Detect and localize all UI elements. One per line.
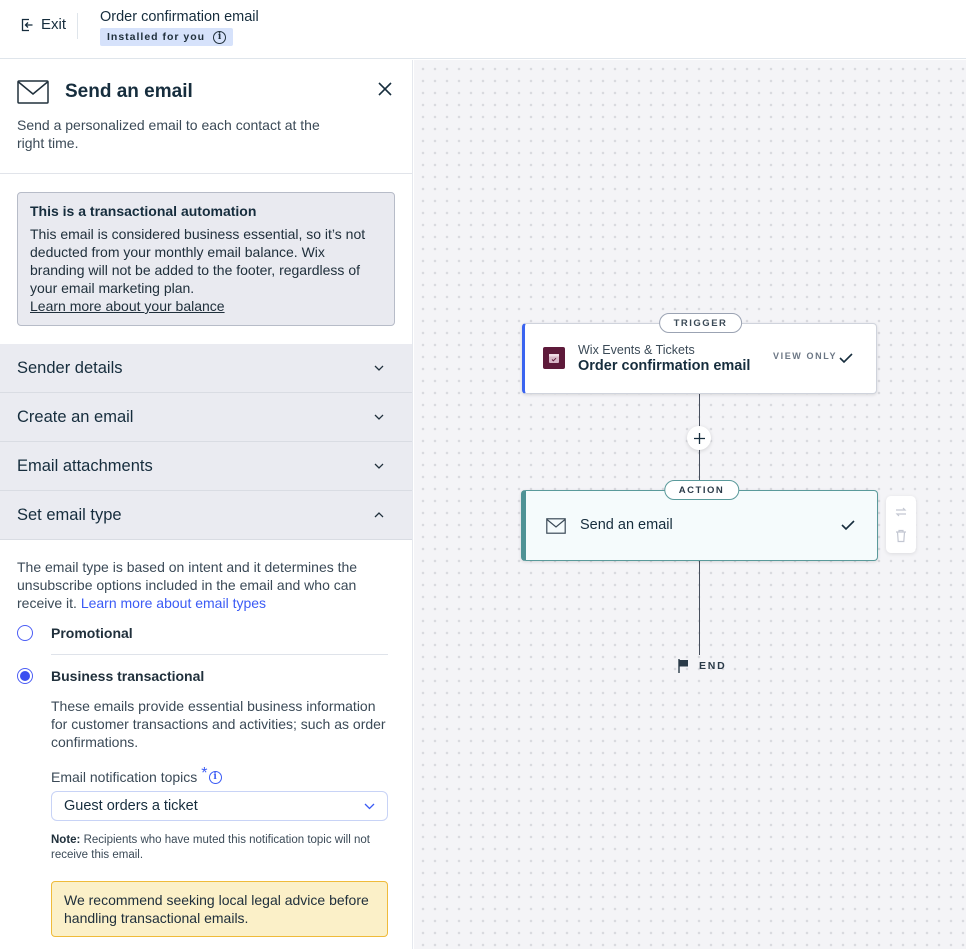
side-panel: Send an email Send a personalized email …	[0, 60, 413, 949]
installed-badge: Installed for you i	[100, 28, 234, 46]
exit-label: Exit	[41, 16, 67, 33]
info-icon[interactable]: i	[208, 770, 222, 784]
header-divider	[77, 13, 78, 39]
panel-header: Send an email Send a personalized email …	[0, 60, 412, 174]
chevron-down-icon	[374, 463, 384, 469]
end-marker: END	[678, 659, 727, 673]
radio-button[interactable]	[17, 625, 33, 641]
panel-title: Send an email	[65, 81, 193, 102]
exit-icon	[21, 18, 33, 31]
action-node[interactable]: ACTION Send an email	[521, 480, 878, 561]
end-label: END	[699, 660, 727, 672]
title-block: Order confirmation email Installed for y…	[100, 8, 259, 46]
top-bar: Exit Order confirmation email Installed …	[0, 0, 966, 59]
check-icon	[839, 353, 853, 364]
notice-title: This is a transactional automation	[30, 203, 257, 219]
radio-divider	[51, 654, 388, 655]
chevron-up-icon	[374, 512, 384, 518]
learn-balance-link[interactable]: Learn more about your balance	[30, 297, 382, 315]
envelope-icon	[546, 518, 566, 534]
learn-email-types-link[interactable]: Learn more about email types	[81, 595, 266, 611]
trigger-node[interactable]: TRIGGER Wix Events & Tickets Order confi…	[522, 313, 877, 394]
accordion-label: Set email type	[17, 505, 122, 524]
node-tools	[886, 496, 916, 553]
accordion-label: Create an email	[17, 407, 134, 426]
radio-promotional[interactable]: Promotional	[17, 618, 388, 648]
trigger-app-name: Wix Events & Tickets	[578, 343, 695, 357]
accordion-create-email[interactable]: Create an email	[0, 393, 412, 442]
radio-label: Promotional	[51, 625, 133, 641]
accordion-label: Email attachments	[17, 456, 153, 475]
calendar-icon	[543, 347, 565, 369]
flag-icon	[678, 659, 688, 673]
trigger-name: Order confirmation email	[578, 358, 751, 374]
envelope-icon	[17, 80, 49, 104]
legal-warning: We recommend seeking local legal advice …	[51, 881, 388, 937]
page-title: Order confirmation email	[100, 9, 259, 25]
view-only-label: VIEW ONLY	[773, 351, 838, 361]
chevron-down-icon	[374, 365, 384, 371]
topics-value: Guest orders a ticket	[64, 798, 198, 814]
action-tag: ACTION	[663, 480, 740, 500]
email-type-description: The email type is based on intent and it…	[17, 559, 358, 611]
action-name: Send an email	[580, 517, 673, 533]
radio-business-transactional[interactable]: Business transactional	[17, 661, 388, 691]
replace-icon[interactable]	[894, 505, 908, 519]
workflow-canvas[interactable]: TRIGGER Wix Events & Tickets Order confi…	[414, 60, 966, 949]
add-step-button[interactable]	[687, 426, 711, 450]
radio-button-selected[interactable]	[17, 668, 33, 684]
accordion-email-attachments[interactable]: Email attachments	[0, 442, 412, 491]
close-icon[interactable]	[376, 80, 394, 98]
topics-note: Note: Recipients who have muted this not…	[51, 834, 370, 861]
topics-dropdown[interactable]: Guest orders a ticket	[51, 791, 388, 821]
transactional-description: These emails provide essential business …	[51, 698, 386, 750]
transactional-notice: This is a transactional automation This …	[17, 192, 395, 326]
accordion-set-email-type[interactable]: Set email type	[0, 491, 412, 540]
accordion-sender-details[interactable]: Sender details	[0, 344, 412, 393]
chevron-down-icon	[364, 803, 375, 809]
trigger-tag: TRIGGER	[658, 313, 743, 333]
topics-label: Email notification topics * i	[51, 765, 388, 785]
badge-label: Installed for you	[107, 31, 206, 43]
chevron-down-icon	[374, 414, 384, 420]
email-type-section: The email type is based on intent and it…	[0, 540, 412, 937]
exit-button[interactable]: Exit	[20, 16, 66, 33]
notice-body: This email is considered business essent…	[30, 226, 366, 296]
accordion-label: Sender details	[17, 358, 123, 377]
trash-icon[interactable]	[894, 529, 908, 543]
check-icon	[841, 520, 855, 531]
transactional-details: These emails provide essential business …	[51, 697, 388, 937]
info-icon[interactable]: i	[213, 30, 227, 44]
radio-label: Business transactional	[51, 668, 205, 684]
plus-icon	[693, 432, 705, 444]
required-mark: *	[201, 765, 208, 782]
panel-description: Send a personalized email to each contac…	[17, 117, 320, 151]
connector-line	[699, 561, 700, 655]
